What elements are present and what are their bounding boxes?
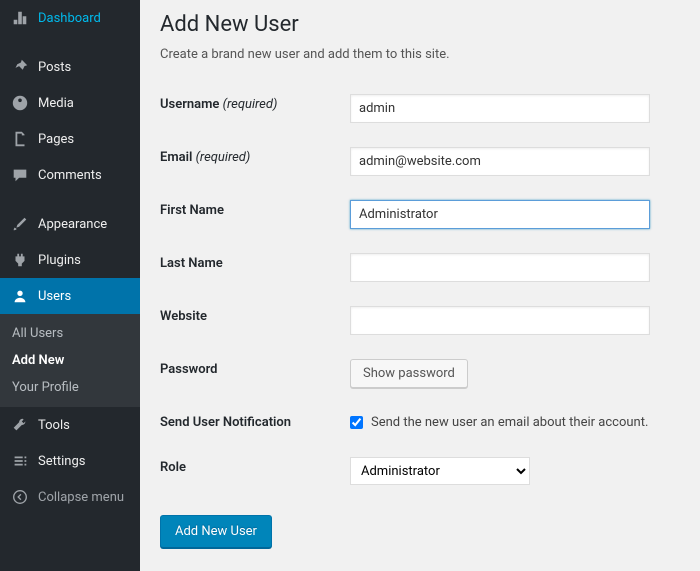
sidebar-item-comments[interactable]: Comments: [0, 157, 140, 193]
notify-description: Send the new user an email about their a…: [371, 415, 648, 430]
brush-icon: [10, 214, 30, 234]
tools-icon: [10, 415, 30, 435]
notify-checkbox[interactable]: [350, 416, 363, 429]
show-password-button[interactable]: Show password: [350, 359, 468, 388]
comment-icon: [10, 165, 30, 185]
page-title: Add New User: [160, 12, 680, 37]
sidebar-label: Tools: [38, 418, 70, 433]
sidebar-item-media[interactable]: Media: [0, 85, 140, 121]
website-label: Website: [160, 294, 350, 347]
email-input[interactable]: [350, 147, 650, 176]
last-name-label: Last Name: [160, 241, 350, 294]
sidebar-item-dashboard[interactable]: Dashboard: [0, 0, 140, 36]
sidebar-label: Posts: [38, 60, 71, 75]
collapse-menu[interactable]: Collapse menu: [0, 479, 140, 515]
sidebar-label: Dashboard: [38, 11, 101, 26]
sidebar-item-tools[interactable]: Tools: [0, 407, 140, 443]
website-input[interactable]: [350, 306, 650, 335]
submenu-all-users[interactable]: All Users: [0, 320, 140, 347]
pages-icon: [10, 129, 30, 149]
submenu-your-profile[interactable]: Your Profile: [0, 374, 140, 401]
user-form: Username (required) Email (required) Fir…: [160, 82, 680, 497]
page-subtitle: Create a brand new user and add them to …: [160, 47, 680, 62]
sidebar-label: Pages: [38, 132, 74, 147]
add-new-user-button[interactable]: Add New User: [160, 515, 272, 548]
sidebar-label: Comments: [38, 168, 102, 183]
sidebar-label: Appearance: [38, 217, 107, 232]
role-label: Role: [160, 445, 350, 497]
settings-icon: [10, 451, 30, 471]
sidebar-label: Settings: [38, 454, 85, 469]
submenu-add-new[interactable]: Add New: [0, 347, 140, 374]
sidebar-label: Plugins: [38, 253, 81, 268]
first-name-input[interactable]: [350, 200, 650, 229]
media-icon: [10, 93, 30, 113]
main-content: Add New User Create a brand new user and…: [140, 0, 700, 571]
sidebar-label: Media: [38, 96, 74, 111]
collapse-label: Collapse menu: [38, 490, 124, 505]
sidebar-item-users[interactable]: Users: [0, 278, 140, 314]
pin-icon: [10, 57, 30, 77]
sidebar-label: Users: [38, 289, 71, 304]
sidebar-item-posts[interactable]: Posts: [0, 49, 140, 85]
notify-label: Send User Notification: [160, 400, 350, 445]
email-label: Email (required): [160, 135, 350, 188]
collapse-icon: [10, 487, 30, 507]
plugin-icon: [10, 250, 30, 270]
users-icon: [10, 286, 30, 306]
username-input[interactable]: [350, 94, 650, 123]
first-name-label: First Name: [160, 188, 350, 241]
username-label: Username (required): [160, 82, 350, 135]
sidebar-item-settings[interactable]: Settings: [0, 443, 140, 479]
role-select[interactable]: Administrator: [350, 457, 530, 485]
admin-sidebar: Dashboard Posts Media Pages Comments App…: [0, 0, 140, 571]
sidebar-item-appearance[interactable]: Appearance: [0, 206, 140, 242]
users-submenu: All Users Add New Your Profile: [0, 314, 140, 407]
last-name-input[interactable]: [350, 253, 650, 282]
sidebar-item-pages[interactable]: Pages: [0, 121, 140, 157]
sidebar-item-plugins[interactable]: Plugins: [0, 242, 140, 278]
dashboard-icon: [10, 8, 30, 28]
password-label: Password: [160, 347, 350, 400]
